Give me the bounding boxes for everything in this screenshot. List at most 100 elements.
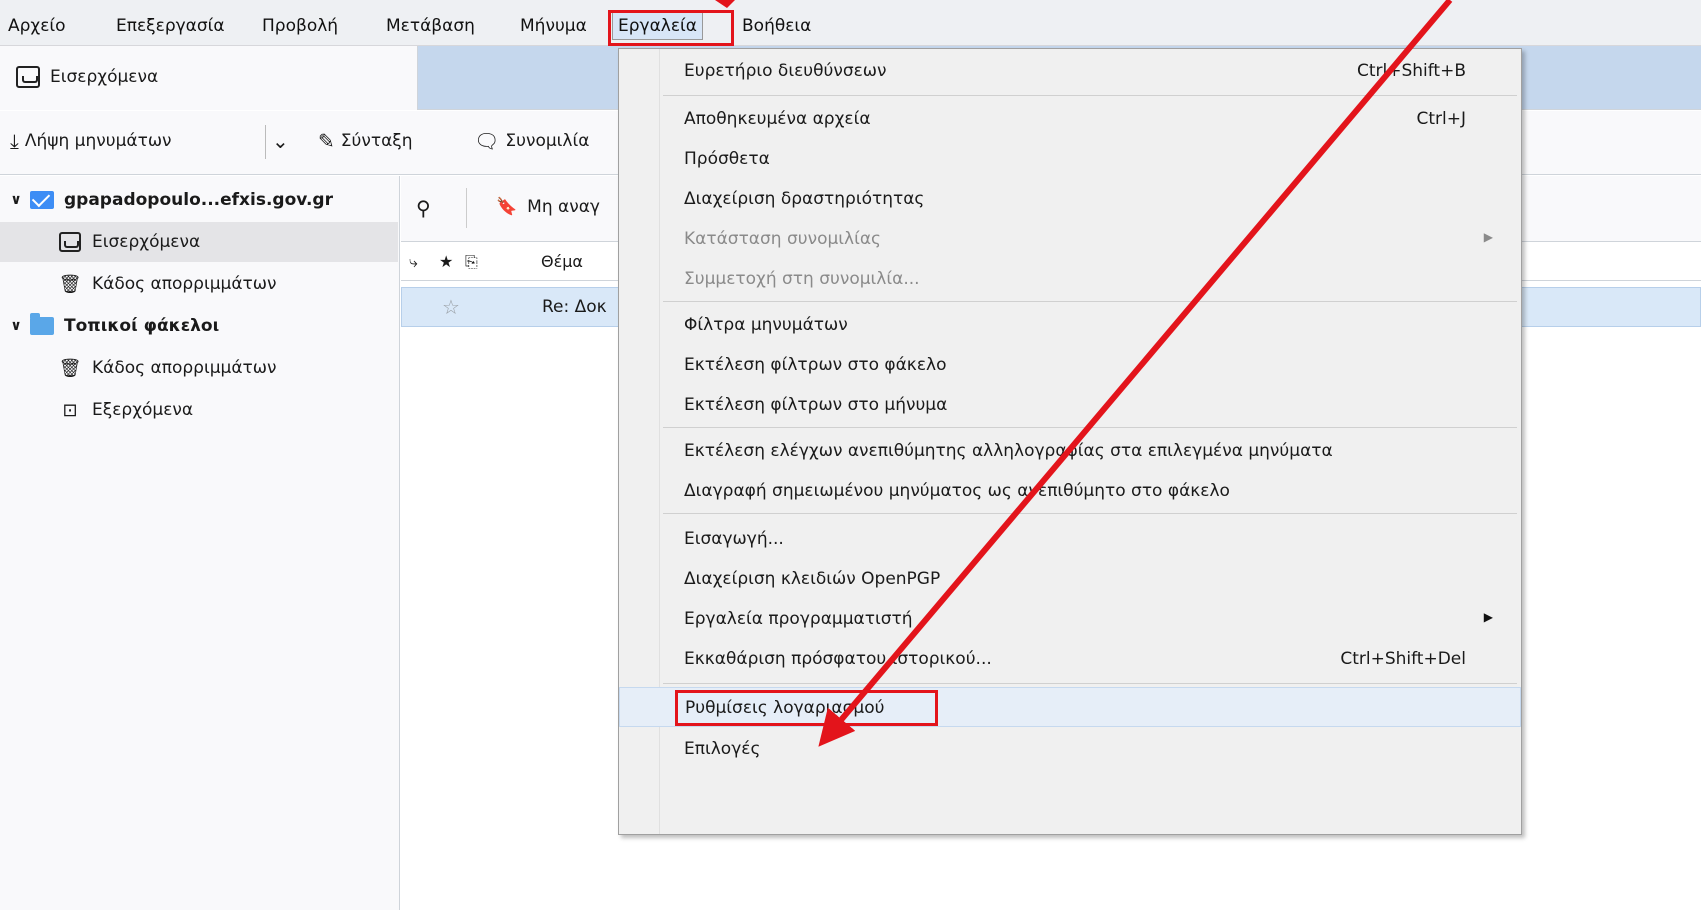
menu-item-label: Εκτέλεση φίλτρων στο φάκελο xyxy=(684,355,947,375)
folder-label: Κάδος απορριμμάτων xyxy=(92,358,277,378)
menu-item-label: Εργαλεία προγραμματιστή xyxy=(684,609,913,629)
menu-item-join-chat[interactable]: Συμμετοχή στη συνομιλία... xyxy=(619,259,1521,299)
folder-icon xyxy=(30,313,54,337)
menu-item-label: Αποθηκευμένα αρχεία xyxy=(684,109,871,129)
menu-separator xyxy=(663,683,1517,684)
menu-go[interactable]: Μετάβαση xyxy=(386,16,475,36)
menu-item-label: Εκτέλεση ελέγχων ανεπιθύμητης αλληλογραφ… xyxy=(684,441,1333,461)
menu-item-accel: Ctrl+J xyxy=(1416,109,1466,129)
menu-item-addons[interactable]: Πρόσθετα xyxy=(619,139,1521,179)
menu-item-label: Διαγραφή σημειωμένου μηνύματος ως ανεπιθ… xyxy=(684,481,1230,501)
menu-help[interactable]: Βοήθεια xyxy=(742,16,811,36)
outbox-icon: ⊡ xyxy=(62,399,78,421)
pin-icon[interactable]: ⚲ xyxy=(416,196,431,220)
star-column-icon[interactable]: ★ xyxy=(439,252,453,271)
menu-item-label: Πρόσθετα xyxy=(684,149,770,169)
trash-icon: 🗑 xyxy=(58,273,82,295)
menu-item-account-settings[interactable]: Ρυθμίσεις λογαριασμού xyxy=(619,687,1521,727)
menu-edit[interactable]: Επεξεργασία xyxy=(116,16,225,36)
menu-item-label: Επιλογές xyxy=(684,739,761,759)
menu-item-run-junk-controls[interactable]: Εκτέλεση ελέγχων ανεπιθύμητης αλληλογραφ… xyxy=(619,431,1521,471)
menu-item-openpgp-keys[interactable]: Διαχείριση κλειδιών OpenPGP xyxy=(619,559,1521,599)
menu-separator xyxy=(663,95,1517,96)
attachment-icon[interactable]: ⎘ xyxy=(465,252,478,272)
download-icon: ⤓ xyxy=(10,129,19,153)
row-subject: Re: Δοκ xyxy=(542,297,607,317)
account-settings-highlight-box xyxy=(675,690,938,726)
menu-item-clear-history[interactable]: Εκκαθάριση πρόσφατου ιστορικού... Ctrl+S… xyxy=(619,639,1521,679)
compose-button[interactable]: ✎ Σύνταξη xyxy=(318,131,413,151)
menu-item-label: Διαχείριση κλειδιών OpenPGP xyxy=(684,569,941,589)
folder-label: Κάδος απορριμμάτων xyxy=(92,274,277,294)
submenu-arrow-icon: ▶ xyxy=(1483,610,1493,624)
tab-inbox[interactable]: Εισερχόμενα xyxy=(0,46,418,110)
menu-item-developer-tools[interactable]: Εργαλεία προγραμματιστή ▶ xyxy=(619,599,1521,639)
menu-file[interactable]: Αρχείο xyxy=(8,16,66,36)
menu-separator xyxy=(663,513,1517,514)
folder-local-trash[interactable]: 🗑 Κάδος απορριμμάτων xyxy=(0,348,398,388)
unread-filter-button[interactable]: 🔖 Μη αναγ xyxy=(496,197,600,217)
column-subject[interactable]: Θέμα xyxy=(541,252,583,271)
pencil-icon: ✎ xyxy=(318,129,335,153)
menu-item-message-filters[interactable]: Φίλτρα μηνυμάτων xyxy=(619,305,1521,345)
menu-item-address-book[interactable]: Ευρετήριο διευθύνσεων Ctrl+Shift+B xyxy=(619,51,1521,91)
get-messages-label: Λήψη μηνυμάτων xyxy=(24,131,172,151)
menu-item-delete-junk[interactable]: Διαγραφή σημειωμένου μηνύματος ως ανεπιθ… xyxy=(619,471,1521,511)
menu-item-saved-files[interactable]: Αποθηκευμένα αρχεία Ctrl+J xyxy=(619,99,1521,139)
mail-account-icon xyxy=(30,189,54,211)
account-name: gpapadopoulo...efxis.gov.gr xyxy=(64,190,333,210)
menu-message[interactable]: Μήνυμα xyxy=(520,16,587,36)
menu-item-options[interactable]: Επιλογές xyxy=(619,729,1521,769)
menu-item-accel: Ctrl+Shift+Del xyxy=(1340,649,1466,669)
chevron-down-icon: ∨ xyxy=(10,318,22,334)
menu-separator xyxy=(663,301,1517,302)
menu-item-label: Εκκαθάριση πρόσφατου ιστορικού... xyxy=(684,649,992,669)
menu-separator xyxy=(663,427,1517,428)
chat-label: Συνομιλία xyxy=(505,131,590,151)
menu-item-label: Συμμετοχή στη συνομιλία... xyxy=(684,269,920,289)
inbox-icon xyxy=(58,231,82,253)
quick-filter-separator xyxy=(466,188,467,228)
menu-item-accel: Ctrl+Shift+B xyxy=(1356,61,1466,81)
account-row[interactable]: ∨ gpapadopoulo...efxis.gov.gr xyxy=(0,180,398,220)
menu-item-run-filters-message[interactable]: Εκτέλεση φίλτρων στο μήνυμα xyxy=(619,385,1521,425)
thread-icon[interactable]: ⤷ xyxy=(409,252,418,272)
chat-icon: 🗨 xyxy=(474,129,500,153)
trash-icon: 🗑 xyxy=(58,357,82,379)
menu-item-label: Ευρετήριο διευθύνσεων xyxy=(684,61,887,81)
menu-item-chat-status[interactable]: Κατάσταση συνομιλίας ▶ xyxy=(619,219,1521,259)
menu-view[interactable]: Προβολή xyxy=(262,16,338,36)
menu-item-label: Φίλτρα μηνυμάτων xyxy=(684,315,848,335)
menu-item-label: Κατάσταση συνομιλίας xyxy=(684,229,882,249)
inbox-icon xyxy=(16,66,40,88)
menu-item-label: Διαχείριση δραστηριότητας xyxy=(684,189,925,209)
tools-menu: Ευρετήριο διευθύνσεων Ctrl+Shift+B Αποθη… xyxy=(618,48,1522,835)
compose-label: Σύνταξη xyxy=(340,131,413,151)
chevron-down-icon: ∨ xyxy=(10,192,22,208)
menu-item-label: Εκτέλεση φίλτρων στο μήνυμα xyxy=(684,395,948,415)
local-folders-row[interactable]: ∨ Τοπικοί φάκελοι xyxy=(0,306,398,346)
folder-trash[interactable]: 🗑 Κάδος απορριμμάτων xyxy=(0,264,398,304)
folder-outbox[interactable]: ⊡ Εξερχόμενα xyxy=(0,390,398,430)
bookmark-icon: 🔖 xyxy=(496,197,518,217)
menu-item-label: Εισαγωγή... xyxy=(684,529,784,549)
menubar: Αρχείο Επεξεργασία Προβολή Μετάβαση Μήνυ… xyxy=(0,0,1701,46)
menu-item-activity-manager[interactable]: Διαχείριση δραστηριότητας xyxy=(619,179,1521,219)
menu-item-run-filters-folder[interactable]: Εκτέλεση φίλτρων στο φάκελο xyxy=(619,345,1521,385)
get-messages-dropdown[interactable]: ⌄ xyxy=(272,131,289,151)
unread-filter-label: Μη αναγ xyxy=(527,197,600,217)
chat-button[interactable]: 🗨 Συνομιλία xyxy=(474,131,589,151)
folder-label: Εισερχόμενα xyxy=(92,232,201,252)
folder-label: Εξερχόμενα xyxy=(92,400,194,420)
tab-label: Εισερχόμενα xyxy=(50,67,159,87)
toolbar-separator xyxy=(265,125,266,159)
chevron-down-icon: ⌄ xyxy=(272,129,289,153)
local-folders-label: Τοπικοί φάκελοι xyxy=(64,316,220,336)
folder-inbox[interactable]: Εισερχόμενα xyxy=(0,222,398,262)
tools-highlight-box xyxy=(608,10,734,46)
star-icon[interactable]: ☆ xyxy=(442,295,460,319)
submenu-arrow-icon: ▶ xyxy=(1483,230,1493,244)
get-messages-button[interactable]: ⤓ Λήψη μηνυμάτων xyxy=(10,131,172,151)
menu-item-import[interactable]: Εισαγωγή... xyxy=(619,519,1521,559)
folder-pane: ∨ gpapadopoulo...efxis.gov.gr Εισερχόμεν… xyxy=(0,176,400,910)
